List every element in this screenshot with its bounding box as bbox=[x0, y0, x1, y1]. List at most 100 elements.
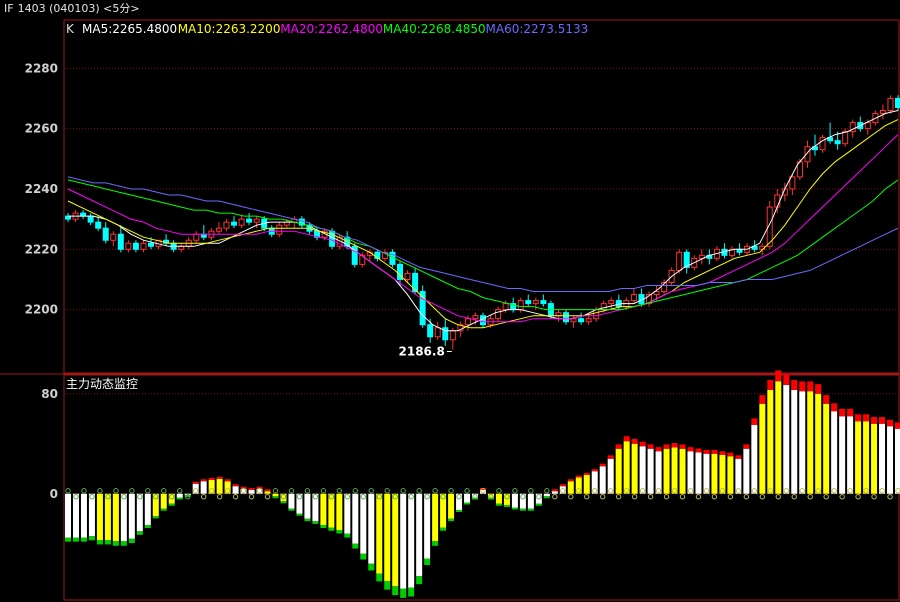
flow-bar bbox=[767, 390, 774, 494]
candle-body bbox=[895, 97, 900, 108]
flow-bar-cap bbox=[703, 449, 710, 454]
flow-bar bbox=[424, 493, 431, 559]
flow-bar-cap bbox=[631, 438, 638, 444]
flow-bar bbox=[400, 493, 407, 589]
candle-body bbox=[132, 242, 139, 250]
flow-bar-cap bbox=[831, 403, 838, 412]
flow-zero-marker bbox=[823, 494, 829, 500]
flow-bar-cap bbox=[575, 475, 582, 478]
flow-bar bbox=[344, 493, 351, 534]
flow-zero-marker bbox=[807, 494, 813, 500]
flow-bar bbox=[623, 441, 630, 494]
flow-bar-cap bbox=[799, 381, 806, 392]
flow-bar-cap bbox=[647, 444, 654, 449]
candle-body bbox=[563, 312, 569, 323]
flow-bar bbox=[687, 451, 694, 494]
candle-body bbox=[434, 327, 441, 338]
flow-bar bbox=[799, 391, 806, 494]
flow-bar bbox=[432, 493, 439, 542]
flow-bar bbox=[160, 493, 167, 509]
flow-zero-marker bbox=[663, 494, 670, 500]
flow-bar bbox=[863, 421, 870, 494]
flow-bar-cap bbox=[639, 441, 646, 447]
flow-zero-marker bbox=[129, 488, 135, 494]
flow-bar bbox=[527, 493, 534, 509]
candle-body bbox=[148, 242, 154, 247]
flow-bar-cap bbox=[200, 479, 207, 482]
flow-bar bbox=[368, 493, 375, 564]
flow-bar bbox=[416, 493, 423, 577]
flow-bar bbox=[631, 443, 638, 494]
candle-body bbox=[887, 97, 894, 112]
candle-body bbox=[140, 242, 147, 250]
flow-zero-marker bbox=[631, 494, 638, 500]
flow-zero-marker bbox=[81, 488, 87, 494]
flow-bar bbox=[376, 493, 383, 574]
candle-body bbox=[246, 218, 253, 223]
flow-bar-cap bbox=[232, 484, 239, 487]
flow-bar-cap bbox=[783, 374, 790, 385]
flow-zero-marker bbox=[871, 494, 877, 500]
flow-bar bbox=[695, 452, 702, 494]
ma-line-ma10 bbox=[67, 119, 899, 329]
flow-zero-marker bbox=[584, 494, 590, 500]
price-tick-label: 2220 bbox=[25, 242, 58, 256]
flow-bar bbox=[671, 447, 678, 494]
flow-zero-marker bbox=[97, 488, 103, 494]
candle-body bbox=[117, 233, 124, 250]
ma-legend-ma10: MA10:2263.2200 bbox=[178, 22, 281, 36]
flow-bar bbox=[583, 475, 590, 494]
flow-bar-cap bbox=[727, 452, 734, 457]
candle-body bbox=[585, 318, 592, 323]
candle-body bbox=[502, 303, 509, 311]
flow-bar-cap bbox=[551, 489, 558, 492]
candle-body bbox=[110, 233, 117, 241]
flow-bar-cap bbox=[775, 370, 782, 382]
flow-panel-title: 主力动态监控 bbox=[66, 377, 138, 391]
flow-bar bbox=[743, 448, 750, 494]
flow-bar-cap bbox=[280, 501, 287, 504]
flow-bar bbox=[464, 493, 471, 503]
flow-bar-cap bbox=[120, 541, 127, 546]
flow-bar-cap bbox=[96, 540, 103, 545]
flow-bar bbox=[551, 491, 558, 494]
candle-body bbox=[223, 221, 230, 229]
flow-zero-marker bbox=[791, 494, 797, 500]
flow-zero-marker bbox=[272, 488, 279, 494]
flow-bar bbox=[895, 428, 900, 494]
flow-bar bbox=[128, 493, 135, 539]
flow-bar bbox=[336, 493, 343, 530]
flow-bar bbox=[216, 478, 223, 494]
ma-line-ma20 bbox=[67, 134, 899, 323]
flow-bar bbox=[543, 493, 550, 497]
candle-body bbox=[608, 300, 615, 305]
flow-bar bbox=[871, 423, 878, 494]
price-panel-label: K bbox=[66, 22, 75, 36]
flow-zero-marker bbox=[384, 488, 390, 494]
flow-bar-cap bbox=[72, 537, 79, 542]
flow-bar bbox=[599, 466, 606, 494]
candle-body bbox=[532, 300, 539, 305]
flow-bar bbox=[65, 493, 71, 538]
flow-zero-marker bbox=[416, 488, 422, 494]
min-price-annotation: 2186.8 bbox=[399, 344, 445, 358]
flow-bar bbox=[815, 393, 822, 494]
flow-bar-cap bbox=[392, 586, 399, 596]
candle-body bbox=[404, 272, 411, 280]
flow-tick-label: 0 bbox=[50, 487, 58, 501]
flow-panel-frame bbox=[63, 374, 900, 601]
flow-bar bbox=[144, 493, 151, 525]
candle-body bbox=[570, 318, 577, 323]
flow-bar-cap bbox=[503, 505, 510, 507]
flow-bar-cap bbox=[711, 449, 718, 454]
flow-bar-cap bbox=[671, 443, 678, 448]
flow-bar-cap bbox=[264, 489, 271, 492]
flow-bar bbox=[759, 403, 766, 494]
flow-bar bbox=[847, 416, 854, 494]
flow-bar bbox=[615, 448, 622, 494]
flow-zero-marker bbox=[304, 488, 311, 494]
flow-bar-cap bbox=[567, 479, 574, 482]
flow-bar-cap bbox=[192, 481, 199, 484]
flow-bar-cap bbox=[655, 447, 662, 452]
flow-bar bbox=[392, 493, 399, 587]
